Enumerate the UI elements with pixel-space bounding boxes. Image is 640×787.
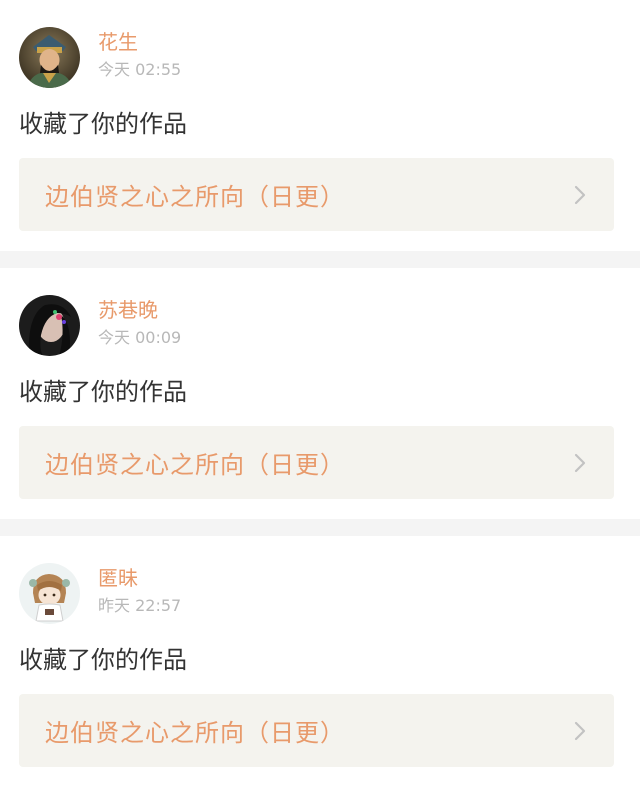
work-title: 边伯贤之心之所向（日更） — [45, 451, 345, 479]
notification-header: 花生 今天 02:55 — [19, 26, 614, 88]
timestamp: 昨天 22:57 — [98, 596, 182, 615]
avatar[interactable] — [19, 563, 80, 624]
user-avatar-icon — [19, 27, 80, 88]
username-link[interactable]: 匿昧 — [98, 566, 181, 590]
notification-card: 苏巷晚 今天 00:09 收藏了你的作品 边伯贤之心之所向（日更） — [0, 251, 640, 519]
work-title: 边伯贤之心之所向（日更） — [45, 183, 345, 211]
notification-header: 匿昧 昨天 22:57 — [19, 562, 614, 624]
timestamp: 今天 02:55 — [98, 60, 182, 79]
notification-meta: 花生 今天 02:55 — [98, 26, 181, 80]
username-link[interactable]: 花生 — [98, 30, 181, 54]
notification-meta: 匿昧 昨天 22:57 — [98, 562, 181, 616]
notification-feed: 花生 今天 02:55 收藏了你的作品 边伯贤之心之所向（日更） 苏巷晚 今天 … — [0, 0, 640, 787]
user-avatar-icon — [19, 563, 80, 624]
action-text: 收藏了你的作品 — [19, 110, 187, 138]
work-link-button[interactable]: 边伯贤之心之所向（日更） — [19, 694, 614, 767]
work-title: 边伯贤之心之所向（日更） — [45, 719, 345, 747]
notification-card: 匿昧 昨天 22:57 收藏了你的作品 边伯贤之心之所向（日更） — [0, 519, 640, 787]
notification-header: 苏巷晚 今天 00:09 — [19, 294, 614, 356]
avatar[interactable] — [19, 27, 80, 88]
timestamp: 今天 00:09 — [98, 328, 182, 347]
work-link-button[interactable]: 边伯贤之心之所向（日更） — [19, 426, 614, 499]
chevron-right-icon — [574, 185, 586, 204]
chevron-right-icon — [574, 721, 586, 740]
action-text: 收藏了你的作品 — [19, 646, 187, 674]
work-link-button[interactable]: 边伯贤之心之所向（日更） — [19, 158, 614, 231]
avatar[interactable] — [19, 295, 80, 356]
chevron-right-icon — [574, 453, 586, 472]
user-avatar-icon — [19, 295, 80, 356]
notification-meta: 苏巷晚 今天 00:09 — [98, 294, 181, 348]
action-text: 收藏了你的作品 — [19, 378, 187, 406]
username-link[interactable]: 苏巷晚 — [98, 298, 181, 322]
notification-card: 花生 今天 02:55 收藏了你的作品 边伯贤之心之所向（日更） — [0, 0, 640, 251]
